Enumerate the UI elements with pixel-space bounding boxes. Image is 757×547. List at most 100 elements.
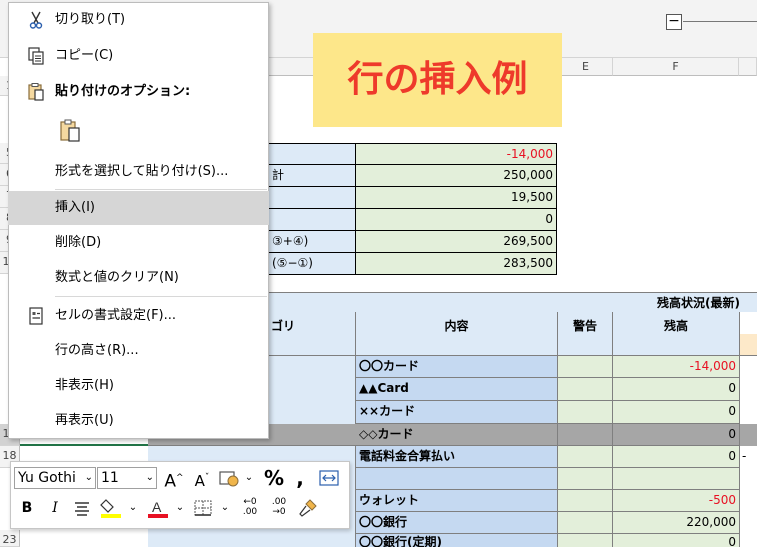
menu-item-hide[interactable]: 非表示(H) bbox=[8, 369, 269, 403]
fill-color-icon[interactable] bbox=[98, 497, 124, 519]
clipboard-icon bbox=[58, 119, 82, 147]
row-content[interactable]: 〇〇銀行(定期) bbox=[356, 534, 558, 547]
header-warning[interactable]: 警告 bbox=[558, 312, 613, 356]
menu-item-label: 切り取り(T) bbox=[55, 12, 126, 27]
font-size-box[interactable]: 11 ⌄ bbox=[97, 467, 157, 489]
menu-item-row-height[interactable]: 行の高さ(R)... bbox=[8, 334, 269, 368]
zoom-slider[interactable] bbox=[683, 21, 757, 22]
increase-font-icon[interactable]: A^ bbox=[163, 467, 185, 492]
row-balance[interactable]: 220,000 bbox=[613, 512, 740, 534]
comma-style-icon[interactable]: , bbox=[292, 467, 308, 489]
row-content[interactable]: 〇〇カード bbox=[356, 356, 558, 378]
chevron-down-icon[interactable]: ⌄ bbox=[85, 468, 93, 488]
format-painter-icon[interactable] bbox=[296, 497, 320, 519]
menu-item-label: 形式を選択して貼り付け(S)... bbox=[55, 164, 229, 179]
header-category[interactable]: ゴリ bbox=[269, 312, 356, 356]
menu-item-unhide[interactable]: 再表示(U) bbox=[8, 404, 269, 438]
summary-value[interactable]: 250,000 bbox=[356, 165, 557, 187]
column-header-e[interactable]: E bbox=[559, 58, 613, 76]
zoom-out-button[interactable]: − bbox=[666, 14, 682, 30]
row-warning[interactable] bbox=[558, 468, 613, 490]
menu-item-cut[interactable]: 切り取り(T) bbox=[8, 3, 269, 37]
summary-label[interactable] bbox=[269, 143, 356, 165]
paste-icon bbox=[26, 82, 46, 102]
font-color-icon[interactable]: A bbox=[145, 497, 171, 519]
chevron-down-icon[interactable]: ⌄ bbox=[218, 497, 232, 519]
menu-item-format-cells[interactable]: セルの書式設定(F)... bbox=[8, 299, 269, 333]
summary-label[interactable]: 計 bbox=[269, 165, 356, 187]
row-warning-selected[interactable] bbox=[558, 424, 613, 446]
row-content-selected[interactable]: ◇◇カード bbox=[356, 424, 558, 446]
sheet-title: 行の挿入例 bbox=[347, 59, 528, 100]
menu-item-paste-special[interactable]: 形式を選択して貼り付け(S)... bbox=[8, 155, 269, 189]
menu-item-label: 削除(D) bbox=[55, 235, 102, 250]
row-extra[interactable]: - bbox=[742, 446, 757, 468]
format-cells-icon bbox=[26, 306, 46, 326]
row-warning[interactable] bbox=[558, 401, 613, 424]
italic-button[interactable]: I bbox=[45, 497, 65, 519]
chevron-down-icon[interactable]: ⌄ bbox=[242, 467, 256, 489]
summary-label[interactable]: ③+④) bbox=[269, 231, 356, 253]
row-balance[interactable] bbox=[613, 468, 740, 490]
row-balance[interactable]: -14,000 bbox=[613, 356, 740, 378]
menu-item-label: コピー(C) bbox=[55, 48, 114, 63]
menu-item-label: 行の高さ(R)... bbox=[55, 343, 139, 358]
row-warning[interactable] bbox=[558, 356, 613, 378]
menu-item-label: 再表示(U) bbox=[55, 413, 114, 428]
menu-item-copy[interactable]: コピー(C) bbox=[8, 39, 269, 73]
row-extra-selected[interactable] bbox=[740, 424, 757, 446]
menu-item-insert[interactable]: 挿入(I) bbox=[8, 191, 269, 225]
summary-label[interactable] bbox=[269, 209, 356, 231]
header-balance[interactable]: 残高 bbox=[613, 312, 740, 356]
row-content[interactable]: 〇〇銀行 bbox=[356, 512, 558, 534]
header-content[interactable]: 内容 bbox=[356, 312, 558, 356]
row-warning[interactable] bbox=[558, 378, 613, 401]
row-content[interactable]: ▲▲Card bbox=[356, 378, 558, 401]
menu-separator bbox=[55, 189, 267, 190]
merge-center-icon[interactable] bbox=[318, 467, 340, 489]
header-extra[interactable] bbox=[740, 334, 757, 356]
align-center-icon[interactable] bbox=[71, 497, 93, 519]
number-format-icon[interactable] bbox=[218, 467, 240, 489]
decrease-font-icon[interactable]: Aˇ bbox=[191, 467, 213, 490]
paste-button[interactable] bbox=[58, 118, 82, 144]
row-balance[interactable]: -500 bbox=[613, 490, 740, 512]
row-warning[interactable] bbox=[558, 490, 613, 512]
summary-value[interactable]: -14,000 bbox=[356, 143, 557, 165]
summary-value[interactable]: 283,500 bbox=[356, 253, 557, 275]
summary-value[interactable]: 0 bbox=[356, 209, 557, 231]
row-balance-selected[interactable]: 0 bbox=[613, 424, 740, 446]
menu-item-label: 数式と値のクリア(N) bbox=[55, 270, 179, 285]
row-balance[interactable]: 0 bbox=[613, 401, 740, 424]
menu-item-delete[interactable]: 削除(D) bbox=[8, 226, 269, 260]
row-balance[interactable]: 0 bbox=[613, 534, 740, 547]
menu-item-label: 貼り付けのオプション: bbox=[55, 84, 191, 99]
row-balance[interactable]: 0 bbox=[613, 378, 740, 401]
row-balance[interactable]: 0 bbox=[613, 446, 740, 468]
column-header-g[interactable] bbox=[739, 58, 757, 76]
bold-button[interactable]: B bbox=[17, 497, 37, 519]
decrease-decimal-icon[interactable]: .00 →0 bbox=[267, 497, 291, 519]
chevron-down-icon[interactable]: ⌄ bbox=[173, 497, 187, 519]
borders-icon[interactable] bbox=[192, 497, 214, 519]
chevron-down-icon[interactable]: ⌄ bbox=[146, 468, 154, 488]
row-content[interactable]: ウォレット bbox=[356, 490, 558, 512]
summary-value[interactable]: 269,500 bbox=[356, 231, 557, 253]
column-header-f[interactable]: F bbox=[613, 58, 739, 76]
menu-item-clear-contents[interactable]: 数式と値のクリア(N) bbox=[8, 261, 269, 295]
summary-label[interactable] bbox=[269, 187, 356, 209]
chevron-down-icon[interactable]: ⌄ bbox=[126, 497, 140, 519]
percent-icon[interactable]: % bbox=[263, 467, 285, 489]
row-header[interactable]: 23 bbox=[0, 530, 20, 547]
row-warning[interactable] bbox=[558, 534, 613, 547]
increase-decimal-icon[interactable]: ←0.00 bbox=[238, 497, 262, 519]
row-content[interactable]: 電話料金合算払い bbox=[356, 446, 558, 468]
row-content[interactable] bbox=[356, 468, 558, 490]
row-warning[interactable] bbox=[558, 512, 613, 534]
row-warning[interactable] bbox=[558, 446, 613, 468]
font-name-box[interactable]: Yu Gothi ⌄ bbox=[14, 467, 96, 489]
summary-label[interactable]: (⑤−①) bbox=[269, 253, 356, 275]
row-content[interactable]: ××カード bbox=[356, 401, 558, 424]
summary-value[interactable]: 19,500 bbox=[356, 187, 557, 209]
menu-item-label: セルの書式設定(F)... bbox=[55, 308, 177, 323]
